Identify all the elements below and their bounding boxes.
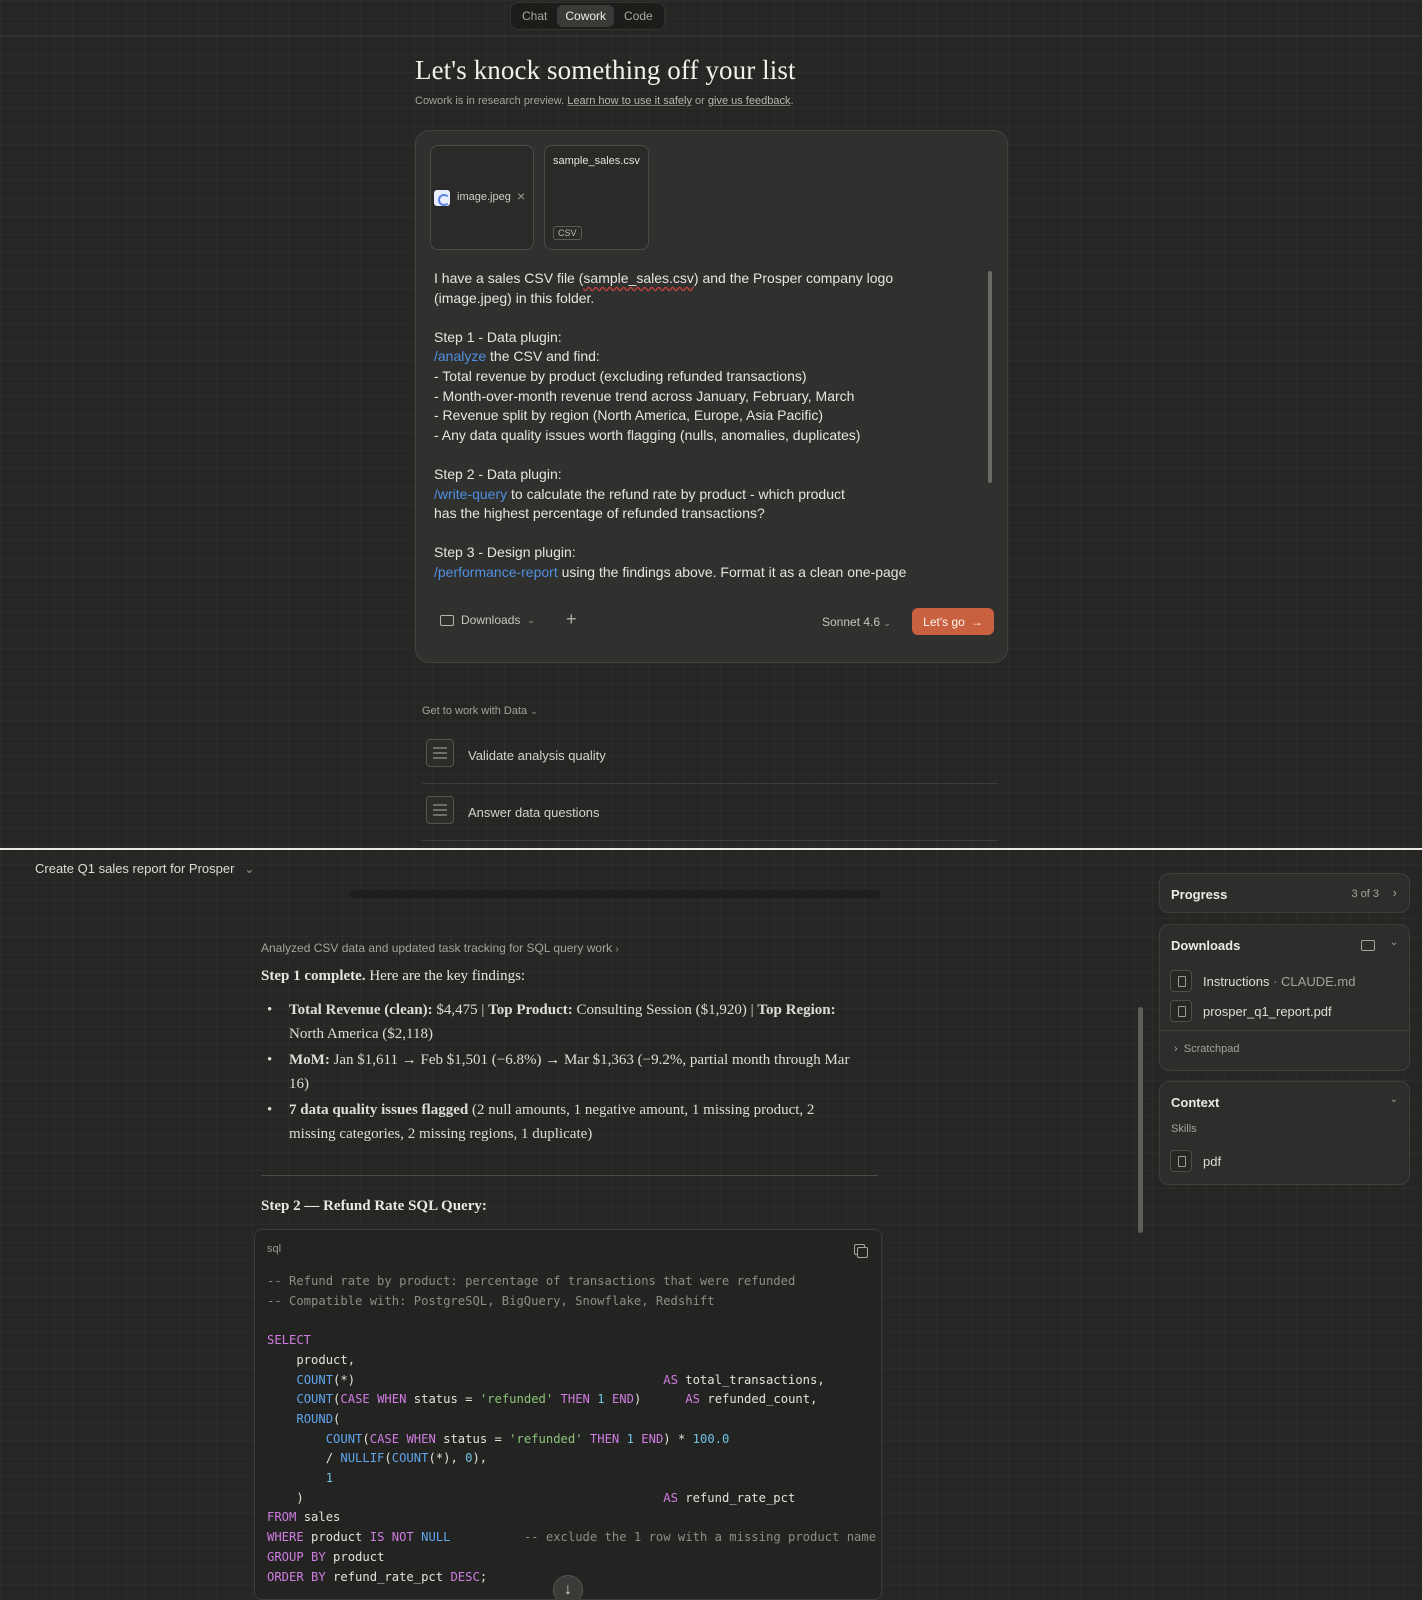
content-scrollbar[interactable] — [1138, 1007, 1143, 1233]
attachment-name: sample_sales.csv — [553, 155, 640, 167]
page-title: Let's knock something off your list — [415, 55, 796, 85]
folder-label: Downloads — [461, 613, 521, 627]
activity-summary[interactable]: Analyzed CSV data and updated task track… — [261, 941, 619, 955]
scratchpad-toggle[interactable]: › Scratchpad — [1174, 1043, 1239, 1055]
file-name: prosper_q1_report.pdf — [1203, 1003, 1332, 1019]
go-label: Let's go — [923, 614, 965, 629]
chevron-down-icon: ⌄ — [530, 706, 538, 716]
sql-code-block: sql -- Refund rate by product: percentag… — [254, 1229, 882, 1600]
folder-icon[interactable] — [1361, 940, 1375, 951]
task-title: Create Q1 sales report for Prosper — [35, 861, 235, 876]
lets-go-button[interactable]: Let's go → — [912, 608, 994, 635]
pdf-file-icon — [1170, 1000, 1192, 1022]
progress-panel[interactable]: Progress 3 of 3 › — [1159, 873, 1410, 913]
arrow-right-icon: → — [970, 614, 983, 629]
chevron-down-icon[interactable]: ⌄ — [1390, 1094, 1398, 1105]
prompt-scrollbar[interactable] — [988, 271, 992, 483]
screenshot-divider — [0, 848, 1422, 850]
chevron-right-icon: › — [615, 944, 619, 955]
step1-summary: Step 1 complete. Here are the key findin… — [261, 968, 526, 984]
learn-safely-link[interactable]: Learn how to use it safely — [567, 95, 692, 107]
chevron-right-icon: › — [1174, 1043, 1178, 1055]
add-button[interactable]: + — [566, 609, 577, 630]
slash-command: /performance-report — [434, 563, 558, 580]
code-content: -- Refund rate by product: percentage of… — [267, 1274, 877, 1584]
code-language-label: sql — [267, 1243, 282, 1255]
folder-selector[interactable]: Downloads ⌄ — [440, 613, 535, 627]
list-item: Total Revenue (clean): $4,475 | Top Prod… — [261, 999, 861, 1046]
get-to-work-dropdown[interactable]: Get to work with Data ⌄ — [422, 705, 538, 717]
panel-title: Progress — [1171, 887, 1228, 902]
suggestion-item[interactable]: Answer data questions — [422, 784, 998, 841]
feedback-link[interactable]: give us feedback — [708, 95, 791, 107]
model-label: Sonnet 4.6 — [822, 615, 881, 629]
skill-item[interactable]: pdf — [1170, 1150, 1221, 1172]
close-icon[interactable]: × — [517, 188, 525, 204]
task-title-dropdown[interactable]: Create Q1 sales report for Prosper ⌄ — [35, 861, 254, 876]
slash-command: /analyze — [434, 348, 487, 365]
suggestion-label: Answer data questions — [468, 805, 600, 820]
copy-icon[interactable] — [854, 1244, 868, 1258]
tab-cowork[interactable]: Cowork — [557, 5, 615, 27]
document-icon — [426, 739, 454, 767]
panel-divider — [1160, 1030, 1409, 1031]
file-subname: CLAUDE.md — [1281, 973, 1356, 989]
panel-title: Context — [1171, 1095, 1220, 1110]
section-divider — [261, 1175, 878, 1176]
scratchpad-label: Scratchpad — [1183, 1043, 1240, 1055]
file-name: Instructions — [1203, 973, 1270, 989]
suggestion-item[interactable]: Validate analysis quality — [422, 727, 998, 784]
chevron-down-icon: ⌄ — [244, 861, 255, 876]
step2-heading: Step 2 — Refund Rate SQL Query: — [261, 1198, 487, 1214]
file-icon — [1170, 970, 1192, 992]
document-icon — [426, 796, 454, 824]
page-subtitle: Cowork is in research preview. Learn how… — [415, 95, 794, 107]
subtitle-or: or — [695, 95, 705, 107]
prompt-input[interactable]: I have a sales CSV file (sample_sales.cs… — [434, 269, 974, 583]
chevron-down-icon[interactable]: ⌄ — [1390, 937, 1398, 948]
skill-name: pdf — [1203, 1153, 1222, 1169]
skills-label: Skills — [1171, 1123, 1197, 1135]
suggestion-label: Validate analysis quality — [468, 748, 606, 763]
file-item[interactable]: Instructions · CLAUDE.md — [1170, 970, 1355, 992]
prompt-composer: image.jpeg × sample_sales.csv CSV I have… — [415, 130, 1008, 663]
list-item: MoM: Jan $1,611 → Feb $1,501 (−6.8%) → M… — [261, 1049, 861, 1096]
header-divider — [0, 35, 1422, 36]
chevron-down-icon: ⌄ — [527, 614, 535, 625]
tab-code[interactable]: Code — [616, 5, 661, 27]
slash-command: /write-query — [434, 485, 508, 502]
context-panel: Context ⌄ Skills pdf — [1159, 1081, 1410, 1185]
tab-chat[interactable]: Chat — [514, 5, 555, 27]
progress-count: 3 of 3 — [1351, 888, 1379, 900]
attachment-image[interactable]: image.jpeg × — [430, 145, 534, 250]
activity-text: Analyzed CSV data and updated task track… — [261, 941, 613, 955]
image-icon — [434, 190, 450, 206]
file-separator: · — [1269, 973, 1282, 989]
list-item: 7 data quality issues flagged (2 null am… — [261, 1099, 861, 1146]
get-to-work-label: Get to work with Data — [422, 705, 528, 717]
folder-icon — [440, 614, 454, 626]
scroll-down-button[interactable]: ↓ — [553, 1575, 583, 1599]
file-type-badge: CSV — [553, 226, 582, 240]
model-selector[interactable]: Sonnet 4.6 ⌄ — [822, 615, 891, 629]
attachment-name: image.jpeg — [457, 191, 511, 203]
subtitle-text: Cowork is in research preview. — [415, 95, 565, 107]
scroll-shade — [350, 890, 880, 898]
mode-switch: Chat Cowork Code — [510, 2, 665, 30]
attachment-csv[interactable]: sample_sales.csv CSV — [544, 145, 649, 250]
file-item[interactable]: prosper_q1_report.pdf — [1170, 1000, 1332, 1022]
chevron-right-icon[interactable]: › — [1393, 885, 1397, 900]
skill-icon — [1170, 1150, 1192, 1172]
panel-title: Downloads — [1171, 938, 1241, 953]
findings-list: Total Revenue (clean): $4,475 | Top Prod… — [261, 999, 861, 1149]
subtitle-period: . — [790, 95, 794, 107]
cowork-home: Chat Cowork Code Let's knock something o… — [0, 0, 1422, 848]
downloads-panel: Downloads ⌄ Instructions · CLAUDE.md pro… — [1159, 924, 1410, 1071]
chevron-down-icon: ⌄ — [883, 618, 891, 628]
